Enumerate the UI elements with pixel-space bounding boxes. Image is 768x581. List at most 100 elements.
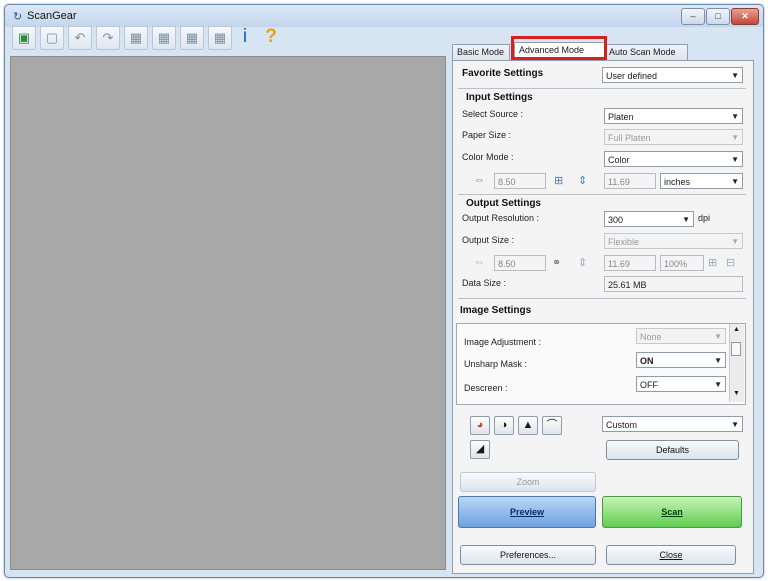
chevron-down-icon: ▼ <box>731 71 739 80</box>
color-preset-dropdown[interactable]: Custom ▼ <box>602 416 743 432</box>
divider <box>458 298 746 299</box>
color-mode-value: Color <box>608 155 630 165</box>
color-mode-label: Color Mode : <box>462 152 514 162</box>
output-resolution-label: Output Resolution : <box>462 213 540 223</box>
window-title: ScanGear <box>27 10 77 22</box>
tab-auto-scan-mode[interactable]: Auto Scan Mode <box>604 44 688 60</box>
divider <box>458 194 746 195</box>
unit-value: inches <box>664 177 691 187</box>
image-adjustment-dropdown[interactable]: None ▼ <box>636 328 726 344</box>
preview-button-label: Preview <box>509 507 545 517</box>
chevron-down-icon: ▼ <box>731 237 739 246</box>
input-width-field[interactable]: 8.50 <box>494 173 546 189</box>
zoom-button[interactable]: Zoom <box>460 472 596 492</box>
unsharp-mask-dropdown[interactable]: ON ▼ <box>636 352 726 368</box>
scroll-up-icon[interactable]: ▲ <box>733 326 740 333</box>
chevron-down-icon: ▼ <box>731 420 739 429</box>
add-size-icon[interactable]: ⊞ <box>708 256 717 269</box>
color-mode-dropdown[interactable]: Color ▼ <box>604 151 743 167</box>
output-resolution-value: 300 <box>608 215 624 225</box>
auto-crop-icon[interactable]: ▦ <box>124 26 148 50</box>
output-size-value: Flexible <box>608 237 640 247</box>
minimize-button[interactable]: – <box>681 8 705 25</box>
tab-basic-mode[interactable]: Basic Mode <box>452 44 510 60</box>
scroll-down-icon[interactable]: ▼ <box>733 390 740 397</box>
brightness-contrast-icon[interactable]: ◑ <box>494 416 514 435</box>
data-size-label: Data Size : <box>462 278 507 288</box>
toolbar: ▣ ▢ ↶ ↷ ▦ ▦ ▦ ▦ i ? <box>6 24 446 52</box>
scale-field[interactable]: 100% <box>660 255 704 271</box>
color-preset-value: Custom <box>606 420 638 430</box>
help-icon[interactable]: ? <box>260 26 282 48</box>
descreen-dropdown[interactable]: OFF ▼ <box>636 376 726 392</box>
close-button[interactable]: Close <box>606 545 736 565</box>
unsharp-mask-value: ON <box>640 356 654 366</box>
chevron-down-icon: ▼ <box>682 215 690 224</box>
height-icon: ⇕ <box>578 175 588 187</box>
scan-button-label: Scan <box>661 507 683 517</box>
switch-aspect-icon[interactable]: ⊟ <box>726 256 735 269</box>
descreen-value: OFF <box>640 380 658 390</box>
scroll-thumb[interactable] <box>731 342 741 356</box>
height-icon: ⇕ <box>578 257 588 269</box>
frame-icon[interactable]: ▦ <box>180 26 204 50</box>
color-adjust-icon[interactable]: ◕ <box>470 416 490 435</box>
highlight-box <box>511 36 607 60</box>
close-button-label: Close <box>659 550 683 560</box>
final-review-icon[interactable]: ◢ <box>470 440 490 459</box>
width-icon: ⇔ <box>474 256 485 268</box>
preferences-button[interactable]: Preferences... <box>460 545 596 565</box>
link-icon[interactable]: ⚭ <box>552 256 561 269</box>
output-size-dropdown[interactable]: Flexible ▼ <box>604 233 743 249</box>
width-icon: ⇔ <box>474 174 485 186</box>
chevron-down-icon: ▼ <box>731 155 739 164</box>
dpi-unit-label: dpi <box>698 213 711 223</box>
output-width-field[interactable]: 8.50 <box>494 255 546 271</box>
image-settings-scrollbar[interactable]: ▲ ▼ <box>729 324 744 402</box>
descreen-label: Descreen : <box>464 383 508 393</box>
preview-area[interactable] <box>10 56 446 570</box>
paper-size-label: Paper Size : <box>462 130 512 140</box>
close-window-button[interactable]: ✕ <box>731 8 759 25</box>
output-settings-heading: Output Settings <box>466 198 541 209</box>
select-source-dropdown[interactable]: Platen ▼ <box>604 108 743 124</box>
preview-button[interactable]: Preview <box>458 496 596 528</box>
multi-crop-icon[interactable]: ▦ <box>152 26 176 50</box>
scan-to-pc-icon[interactable]: ▣ <box>12 26 36 50</box>
input-height-field[interactable]: 11.69 <box>604 173 656 189</box>
histogram-icon[interactable]: ▲ <box>518 416 538 435</box>
chevron-down-icon: ▼ <box>731 177 739 186</box>
favorite-settings-label: Favorite Settings <box>462 68 544 79</box>
favorite-settings-dropdown[interactable]: User defined ▼ <box>602 67 743 83</box>
unit-dropdown[interactable]: inches ▼ <box>660 173 743 189</box>
output-resolution-dropdown[interactable]: 300 ▼ <box>604 211 694 227</box>
chevron-down-icon: ▼ <box>714 332 722 341</box>
select-source-value: Platen <box>608 112 634 122</box>
scanner-logo-icon: ↻ <box>13 11 23 23</box>
defaults-button[interactable]: Defaults <box>606 440 739 460</box>
favorite-settings-value: User defined <box>606 71 658 81</box>
divider <box>458 88 746 89</box>
output-size-label: Output Size : <box>462 235 515 245</box>
rotate-left-icon[interactable]: ↶ <box>68 26 92 50</box>
chevron-down-icon: ▼ <box>714 380 722 389</box>
image-adjustment-label: Image Adjustment : <box>464 337 542 347</box>
output-height-field[interactable]: 11.69 <box>604 255 656 271</box>
paper-size-dropdown[interactable]: Full Platen ▼ <box>604 129 743 145</box>
tone-curve-icon[interactable]: ⌒ <box>542 416 562 435</box>
crop-icon[interactable]: ▢ <box>40 26 64 50</box>
chevron-down-icon: ▼ <box>714 356 722 365</box>
image-adjustment-value: None <box>640 332 662 342</box>
chevron-down-icon: ▼ <box>731 112 739 121</box>
info-icon[interactable]: i <box>234 26 256 48</box>
scan-button[interactable]: Scan <box>602 496 742 528</box>
frame-select-icon[interactable]: ▦ <box>208 26 232 50</box>
paper-size-value: Full Platen <box>608 133 651 143</box>
select-source-label: Select Source : <box>462 109 524 119</box>
data-size-value: 25.61 MB <box>604 276 743 292</box>
maximize-button[interactable]: □ <box>706 8 730 25</box>
rotate-right-icon[interactable]: ↷ <box>96 26 120 50</box>
image-settings-heading: Image Settings <box>460 305 532 316</box>
chevron-down-icon: ▼ <box>731 133 739 142</box>
aspect-ratio-icon[interactable]: ⊞ <box>554 174 563 187</box>
